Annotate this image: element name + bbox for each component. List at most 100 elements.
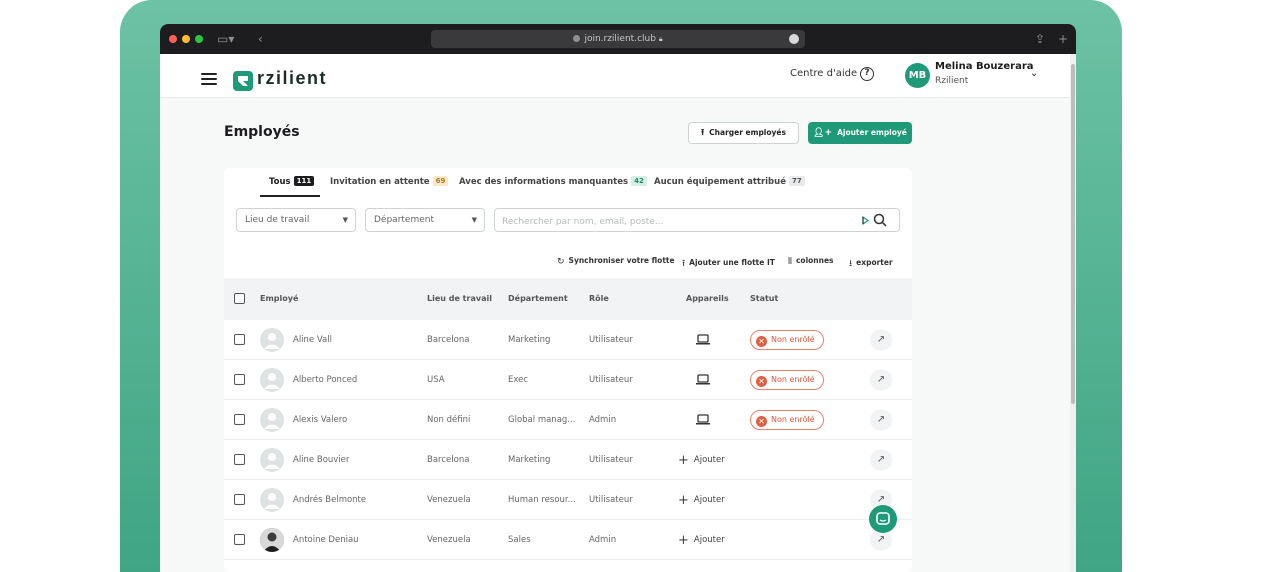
chat-support-button[interactable] — [869, 505, 897, 533]
rzilient-logo-icon — [233, 71, 253, 91]
arrow-up-right-icon: ↗ — [876, 534, 886, 545]
add-device-button[interactable]: + Ajouter — [678, 453, 725, 468]
open-employee-button[interactable]: ↗ — [870, 409, 892, 431]
export-button[interactable]: ⭳ exporter — [849, 256, 893, 272]
caret-down-icon: ▼ — [342, 216, 348, 224]
column-header-department[interactable]: Département — [508, 294, 568, 303]
reload-icon[interactable] — [789, 34, 799, 44]
back-icon[interactable]: ‹ — [258, 32, 263, 46]
column-header-role[interactable]: Rôle — [589, 294, 609, 303]
add-employee-button[interactable]: 👤︎+ Ajouter employé — [808, 122, 912, 144]
search-icon[interactable] — [873, 213, 887, 227]
export-label: exporter — [856, 258, 893, 267]
employee-name[interactable]: Alexis Valero — [293, 415, 347, 425]
column-header-status[interactable]: Statut — [750, 294, 778, 303]
status-badge: ✕ Non enrôlé — [750, 330, 824, 350]
laptop-icon[interactable] — [696, 414, 710, 425]
scrollbar-thumb[interactable] — [1071, 64, 1075, 404]
avatar — [260, 328, 284, 352]
add-fleet-button[interactable]: ⭱ Ajouter une flotte IT — [682, 256, 775, 272]
avatar — [260, 448, 284, 472]
laptop-icon[interactable] — [696, 334, 710, 345]
upload-icon: ⭱ — [682, 259, 686, 269]
tab-missing-info[interactable]: Avec des informations manquantes 42 — [459, 176, 647, 187]
column-header-employee[interactable]: Employé — [260, 294, 298, 303]
add-device-label: Ajouter — [693, 455, 725, 465]
help-center-link[interactable]: Centre d'aide — [790, 68, 857, 79]
table-row[interactable]: Alexis Valero Non défini Global manag...… — [224, 400, 912, 440]
select-all-checkbox[interactable] — [234, 293, 245, 304]
row-checkbox[interactable] — [234, 534, 245, 545]
table-row[interactable]: Antoine Deniau Venezuela Sales Admin + Aj… — [224, 520, 912, 560]
arrow-up-right-icon: ↗ — [876, 374, 886, 385]
employee-location: Barcelona — [427, 455, 470, 465]
columns-button[interactable]: ⦀ colonnes — [788, 256, 834, 267]
tab-count-badge: 69 — [432, 176, 449, 186]
table-row[interactable]: Aline Vall Barcelona Marketing Utilisate… — [224, 320, 912, 360]
row-checkbox[interactable] — [234, 334, 245, 345]
table-row[interactable]: Andrés Belmonte Venezuela Human resour..… — [224, 480, 912, 520]
open-employee-button[interactable]: ↗ — [870, 369, 892, 391]
employee-role: Utilisateur — [589, 455, 633, 465]
employee-name[interactable]: Alberto Ponced — [293, 375, 357, 385]
arrow-up-right-icon: ↗ — [876, 334, 886, 345]
row-checkbox[interactable] — [234, 374, 245, 385]
user-name[interactable]: Melina Bouzerara — [935, 61, 1034, 72]
tab-count-badge: 42 — [631, 176, 647, 186]
lock-icon: 🔒︎ — [658, 35, 663, 43]
tab-all[interactable]: Tous 111 — [269, 176, 315, 187]
open-employee-button[interactable]: ↗ — [870, 449, 892, 471]
employee-name[interactable]: Aline Bouvier — [293, 455, 349, 465]
employee-department: Exec — [508, 375, 529, 385]
page-scrollbar[interactable] — [1070, 54, 1076, 572]
brand-name[interactable]: rzilient — [257, 68, 327, 89]
employee-name[interactable]: Andrés Belmonte — [293, 495, 366, 505]
tab-label: Tous — [269, 177, 291, 187]
location-filter-select[interactable]: Lieu de travail ▼ — [236, 208, 356, 232]
error-icon: ✕ — [756, 416, 767, 427]
chevron-down-icon[interactable]: ⌄ — [1030, 68, 1038, 79]
add-device-button[interactable]: + Ajouter — [678, 493, 725, 508]
new-tab-icon[interactable]: + — [1058, 32, 1068, 46]
user-avatar[interactable]: MB — [905, 63, 930, 88]
table-row[interactable]: Aline Bouvier Barcelona Marketing Utilis… — [224, 440, 912, 480]
row-checkbox[interactable] — [234, 494, 245, 505]
row-checkbox[interactable] — [234, 414, 245, 425]
tab-no-equipment[interactable]: Aucun équipement attribué 77 — [654, 176, 805, 187]
tab-pending-invitation[interactable]: Invitation en attente 69 — [330, 176, 449, 187]
row-checkbox[interactable] — [234, 454, 245, 465]
menu-icon[interactable] — [201, 73, 217, 86]
search-input[interactable] — [502, 211, 842, 233]
address-bar[interactable]: join.rzilient.club 🔒︎ — [431, 30, 805, 48]
employee-department: Marketing — [508, 335, 551, 345]
open-employee-button[interactable]: ↗ — [870, 329, 892, 351]
department-filter-label: Département — [374, 215, 434, 225]
zoom-window-button[interactable] — [195, 35, 203, 43]
error-icon: ✕ — [756, 336, 767, 347]
tab-count-badge: 111 — [293, 176, 315, 186]
chat-icon — [876, 512, 890, 525]
table-row[interactable]: Alberto Ponced USA Exec Utilisateur ✕ Non… — [224, 360, 912, 400]
column-header-location[interactable]: Lieu de travail — [427, 294, 492, 303]
tab-count-badge: 77 — [788, 176, 805, 186]
plus-icon: + — [678, 533, 689, 548]
employee-role: Utilisateur — [589, 495, 633, 505]
employee-location: USA — [427, 375, 445, 385]
add-employee-label: Ajouter employé — [837, 128, 907, 137]
laptop-icon[interactable] — [696, 374, 710, 385]
department-filter-select[interactable]: Département ▼ — [365, 208, 485, 232]
column-header-devices[interactable]: Appareils — [686, 294, 729, 303]
employee-department: Global manag... — [508, 415, 576, 425]
sidebar-toggle-icon[interactable]: ▭▾ — [217, 32, 234, 46]
employee-name[interactable]: Antoine Deniau — [293, 535, 359, 545]
share-icon[interactable]: ⇪ — [1035, 32, 1045, 46]
minimize-window-button[interactable] — [182, 35, 190, 43]
employee-department: Marketing — [508, 455, 551, 465]
add-device-button[interactable]: + Ajouter — [678, 533, 725, 548]
employee-name[interactable]: Aline Vall — [293, 335, 332, 345]
close-window-button[interactable] — [169, 35, 177, 43]
upload-employees-button[interactable]: ⭱ Charger employés — [688, 122, 799, 144]
help-icon[interactable]: ? — [860, 67, 874, 81]
employee-department: Human resour... — [508, 495, 576, 505]
sync-fleet-button[interactable]: ↻ Synchroniser votre flotte — [557, 256, 675, 267]
